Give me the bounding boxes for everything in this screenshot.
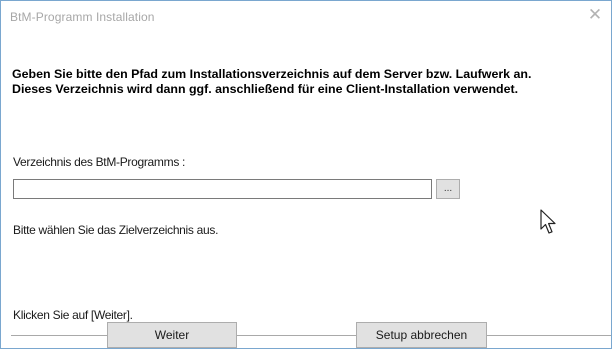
close-icon[interactable]: ✕ — [585, 5, 605, 25]
cancel-setup-button[interactable]: Setup abbrechen — [356, 322, 487, 348]
mouse-pointer-icon — [540, 209, 556, 234]
footer-separator — [11, 335, 611, 336]
next-button[interactable]: Weiter — [107, 322, 237, 348]
installer-window: BtM-Programm Installation ✕ Geben Sie bi… — [0, 0, 612, 349]
instruction-line-2: Dieses Verzeichnis wird dann ggf. anschl… — [12, 82, 519, 96]
directory-path-input[interactable] — [13, 179, 432, 199]
select-directory-hint: Bitte wählen Sie das Zielverzeichnis aus… — [13, 223, 219, 237]
instruction-line-1: Geben Sie bitte den Pfad zum Installatio… — [12, 67, 532, 81]
instruction-text: Geben Sie bitte den Pfad zum Installatio… — [12, 67, 608, 97]
continue-hint: Klicken Sie auf [Weiter]. — [13, 308, 133, 322]
browse-button[interactable]: ... — [436, 179, 460, 199]
window-title: BtM-Programm Installation — [10, 10, 155, 24]
directory-label: Verzeichnis des BtM-Programms : — [13, 155, 186, 169]
title-bar: BtM-Programm Installation ✕ — [1, 1, 611, 29]
